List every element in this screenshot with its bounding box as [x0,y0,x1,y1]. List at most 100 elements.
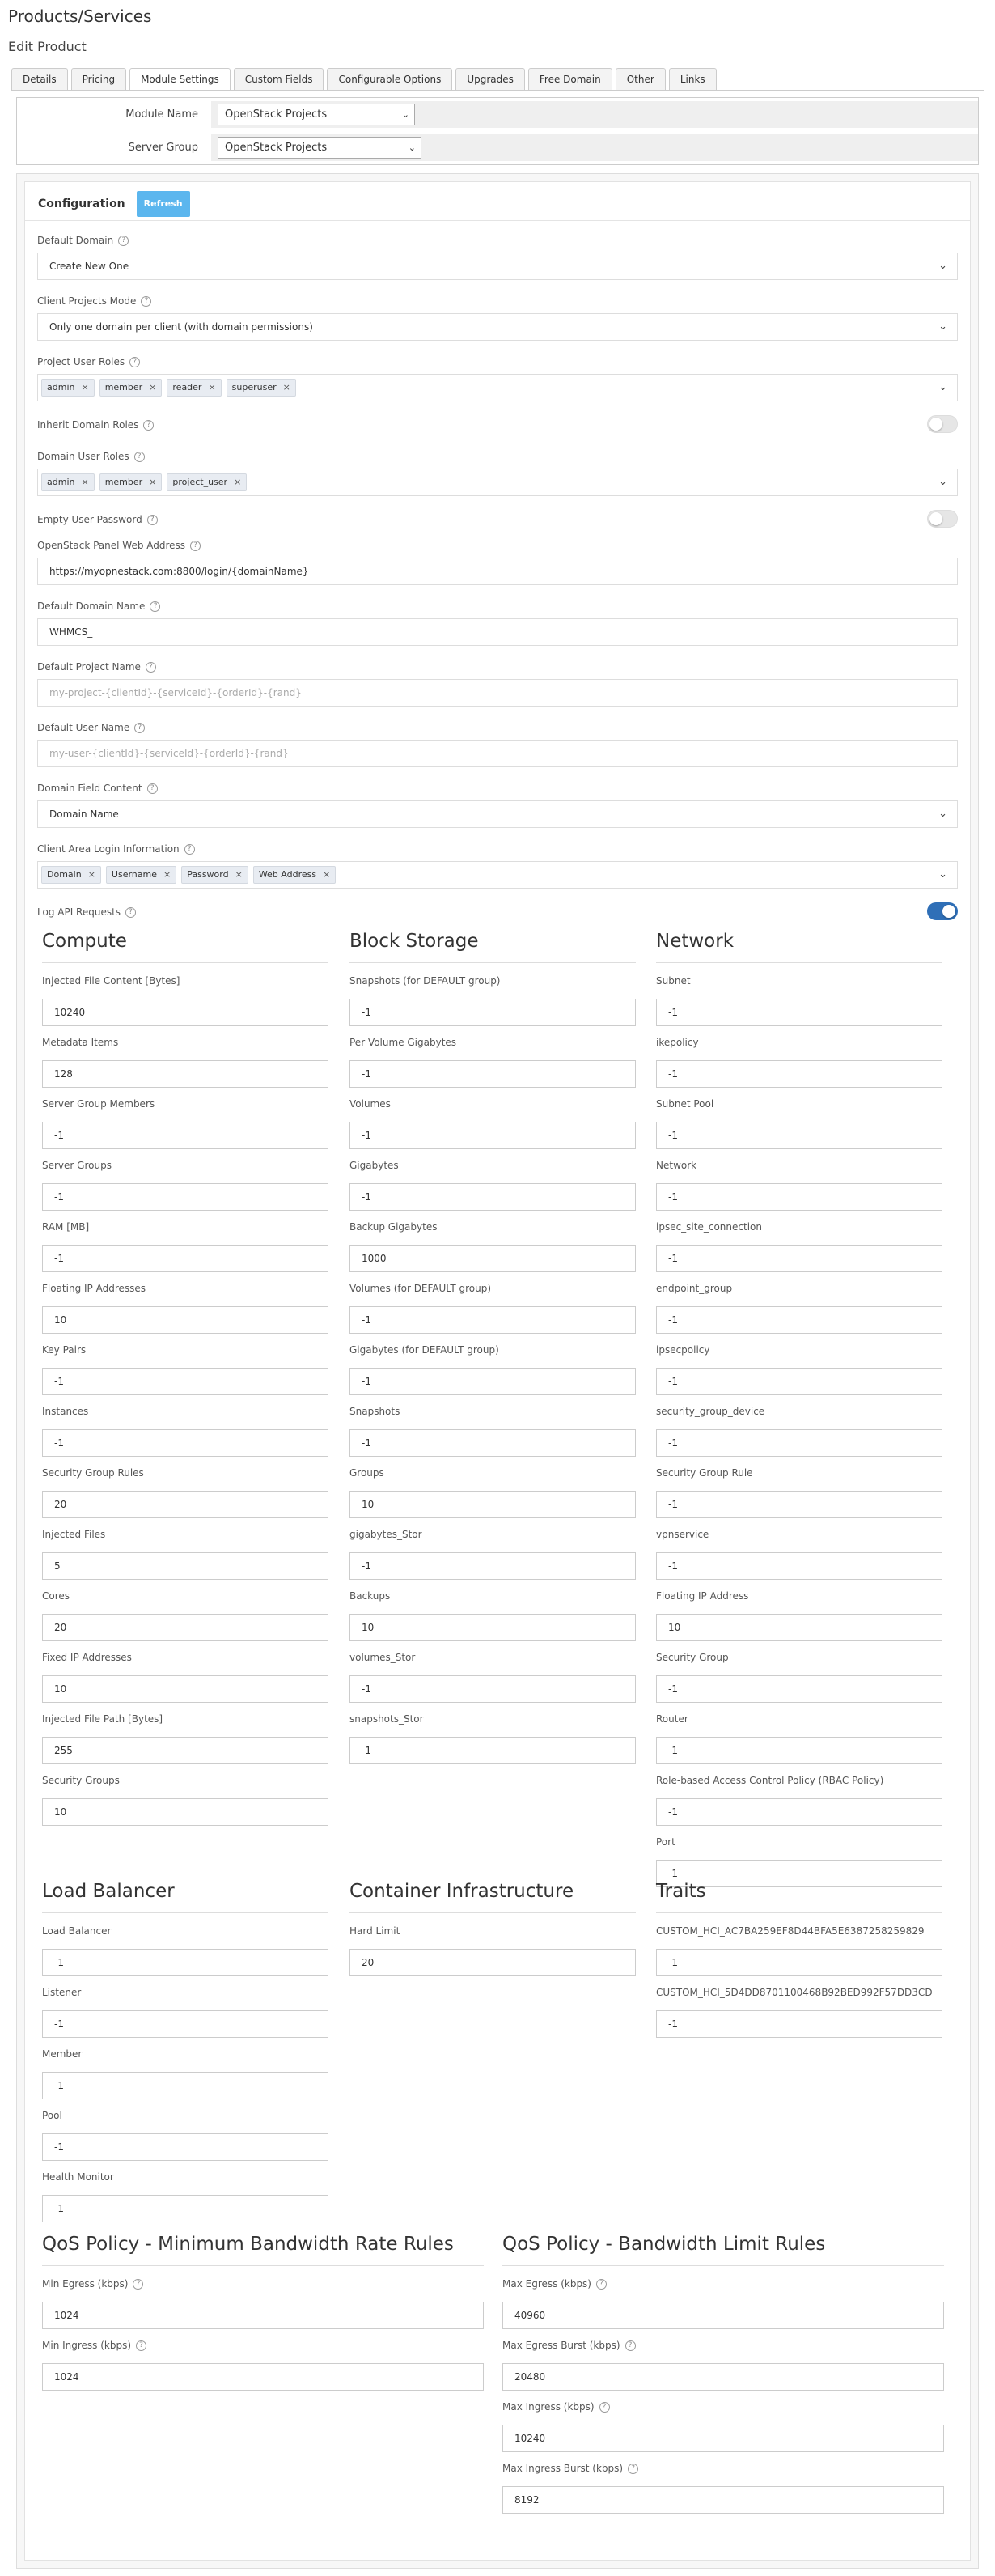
quota-field-input[interactable]: -1 [42,1245,328,1272]
quota-field-input[interactable]: 5 [42,1552,328,1580]
default-domain-name-input[interactable]: WHMCS_ [37,618,958,646]
help-icon[interactable]: ? [150,601,161,612]
default-domain-select[interactable]: Create New One ⌄ [37,253,958,280]
quota-field-input[interactable]: -1 [656,1675,942,1703]
quota-field-input[interactable]: -1 [656,2010,942,2038]
quota-field-input[interactable]: -1 [42,2072,328,2099]
quota-field-input[interactable]: 10 [349,1614,636,1641]
tab-upgrades[interactable]: Upgrades [455,68,525,91]
quota-field-input[interactable]: 10 [42,1306,328,1334]
help-icon[interactable]: ? [596,2278,607,2290]
remove-tag-icon[interactable]: × [323,867,330,883]
remove-tag-icon[interactable]: × [208,380,215,396]
tab-custom-fields[interactable]: Custom Fields [233,68,324,91]
quota-field-input[interactable]: 10240 [42,999,328,1026]
quota-field-input[interactable]: -1 [42,2195,328,2222]
refresh-button[interactable]: Refresh [136,191,190,217]
quota-field-input[interactable]: -1 [349,1368,636,1395]
help-icon[interactable]: ? [136,2340,147,2351]
remove-tag-icon[interactable]: × [149,474,156,490]
quota-field-input[interactable]: -1 [42,1368,328,1395]
tab-pricing[interactable]: Pricing [70,68,127,91]
quota-field-input[interactable]: 10 [42,1675,328,1703]
help-icon[interactable]: ? [184,843,195,855]
quota-field-input[interactable]: -1 [656,1183,942,1211]
quota-field-input[interactable]: -1 [656,1949,942,1976]
quota-field-input[interactable]: 128 [42,1060,328,1088]
quota-field-input[interactable]: -1 [349,1122,636,1149]
tab-free-domain[interactable]: Free Domain [527,68,612,91]
quota-field-input[interactable]: -1 [656,1491,942,1518]
help-icon[interactable]: ? [146,514,158,525]
domain-field-content-select[interactable]: Domain Name ⌄ [37,800,958,828]
quota-field-input[interactable]: -1 [349,1306,636,1334]
remove-tag-icon[interactable]: × [81,474,88,490]
quota-field-input[interactable]: -1 [42,1122,328,1149]
quota-field-input[interactable]: -1 [349,1737,636,1764]
quota-field-input[interactable]: -1 [349,1060,636,1088]
tab-module-settings[interactable]: Module Settings [129,68,231,91]
help-icon[interactable]: ? [141,295,152,307]
help-icon[interactable]: ? [118,235,129,246]
quota-field-input[interactable]: -1 [349,1552,636,1580]
quota-field-input[interactable]: -1 [656,1060,942,1088]
client-area-login-multiselect[interactable]: Domain × Username × Password × Web Address × ⌄ [37,861,958,889]
help-icon[interactable]: ? [125,906,137,918]
empty-user-password-toggle[interactable] [927,510,958,528]
quota-field-input[interactable]: 10 [42,1798,328,1826]
quota-field-input[interactable]: 10 [349,1491,636,1518]
help-icon[interactable]: ? [146,783,158,794]
quota-field-input[interactable]: 255 [42,1737,328,1764]
quota-field-input[interactable]: -1 [42,1183,328,1211]
quota-field-input[interactable]: -1 [656,1245,942,1272]
quota-field-input[interactable]: -1 [656,1306,942,1334]
help-icon[interactable]: ? [133,2278,144,2290]
quota-field-input[interactable]: -1 [349,1675,636,1703]
help-icon[interactable]: ? [134,722,146,733]
quota-field-input[interactable]: 8192 [502,2486,944,2514]
quota-field-input[interactable]: -1 [656,1552,942,1580]
tab-links[interactable]: Links [668,68,717,91]
quota-field-input[interactable]: -1 [656,999,942,1026]
quota-field-input[interactable]: -1 [42,2010,328,2038]
tab-details[interactable]: Details [11,68,68,91]
quota-field-input[interactable]: 20480 [502,2363,944,2391]
help-icon[interactable]: ? [145,661,156,673]
quota-field-input[interactable]: -1 [42,1949,328,1976]
tab-other[interactable]: Other [615,68,666,91]
help-icon[interactable]: ? [599,2401,610,2413]
quota-field-input[interactable]: 20 [42,1491,328,1518]
domain-user-roles-multiselect[interactable]: admin × member × project_user × ⌄ [37,469,958,496]
help-icon[interactable]: ? [190,540,201,551]
quota-field-input[interactable]: -1 [42,1429,328,1457]
quota-field-input[interactable]: 10 [656,1614,942,1641]
remove-tag-icon[interactable]: × [235,867,243,883]
quota-field-input[interactable]: -1 [656,1737,942,1764]
quota-field-input[interactable]: 1000 [349,1245,636,1272]
inherit-domain-roles-toggle[interactable] [927,415,958,433]
help-icon[interactable]: ? [143,419,155,431]
quota-field-input[interactable]: -1 [349,1429,636,1457]
quota-field-input[interactable]: 20 [349,1949,636,1976]
quota-field-input[interactable]: -1 [656,1429,942,1457]
help-icon[interactable]: ? [625,2340,636,2351]
quota-field-input[interactable]: 40960 [502,2302,944,2329]
quota-field-input[interactable]: -1 [349,1183,636,1211]
quota-field-input[interactable]: 1024 [42,2302,484,2329]
remove-tag-icon[interactable]: × [234,474,241,490]
default-user-name-input[interactable]: my-user-{clientId}-{serviceId}-{orderId}… [37,740,958,767]
help-icon[interactable]: ? [628,2463,639,2474]
remove-tag-icon[interactable]: × [149,380,156,396]
remove-tag-icon[interactable]: × [88,867,95,883]
quota-field-input[interactable]: 1024 [42,2363,484,2391]
client-projects-mode-select[interactable]: Only one domain per client (with domain … [37,313,958,341]
quota-field-input[interactable]: 10240 [502,2425,944,2452]
quota-field-input[interactable]: 20 [42,1614,328,1641]
quota-field-input[interactable]: -1 [42,2133,328,2161]
remove-tag-icon[interactable]: × [81,380,88,396]
default-project-name-input[interactable]: my-project-{clientId}-{serviceId}-{order… [37,679,958,707]
log-api-requests-toggle[interactable] [927,902,958,920]
help-icon[interactable]: ? [129,356,141,367]
quota-field-input[interactable]: -1 [349,999,636,1026]
panel-address-input[interactable]: https://myopnestack.com:8800/login/{doma… [37,558,958,585]
